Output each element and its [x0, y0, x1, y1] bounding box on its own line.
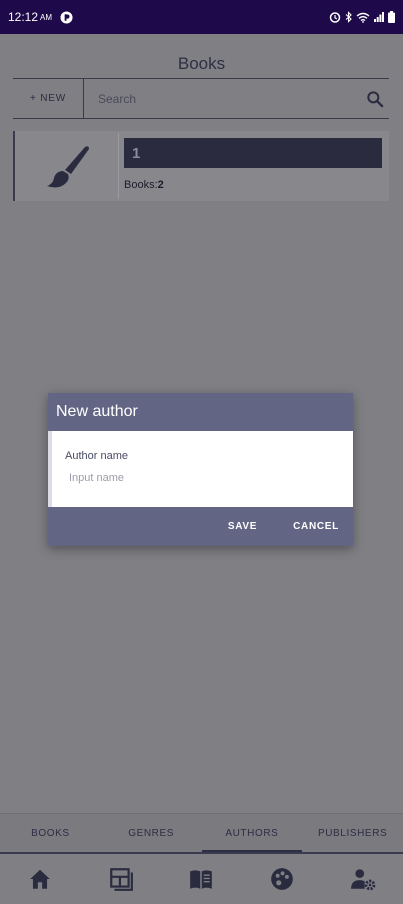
status-time: 12:12 [8, 10, 39, 24]
signal-icon [374, 12, 384, 22]
books-count-label: Books: [124, 179, 158, 191]
save-button[interactable]: SAVE [228, 521, 257, 532]
dashboard-icon[interactable] [108, 866, 134, 892]
search-input[interactable] [84, 78, 365, 119]
brush-icon [47, 146, 89, 188]
wifi-icon [356, 12, 370, 23]
notification-app-icon [60, 10, 73, 24]
new-author-button[interactable]: + NEW [13, 79, 84, 118]
home-icon[interactable] [27, 866, 53, 892]
page: Books + NEW 1 Books:2 New author Author … [0, 34, 403, 904]
bluetooth-icon [345, 11, 352, 23]
status-bar: 12:12 AM [0, 0, 403, 34]
battery-icon [388, 11, 395, 23]
dialog-body: Author name [48, 431, 353, 507]
user-settings-icon[interactable] [350, 866, 376, 892]
palette-icon[interactable] [269, 866, 295, 892]
tab-authors[interactable]: AUTHORS [201, 814, 303, 852]
dialog-actions: SAVE CANCEL [48, 507, 353, 546]
status-icons [329, 11, 395, 23]
author-name-label: Author name [65, 450, 128, 462]
dialog-title: New author [48, 393, 353, 431]
category-tabs: BOOKS GENRES AUTHORS PUBLISHERS [0, 813, 403, 852]
alarm-icon [329, 12, 341, 23]
bottom-navigation [0, 852, 403, 904]
page-title: Books [177, 54, 226, 73]
toolbar: + NEW [13, 78, 389, 119]
author-name-input[interactable] [69, 469, 329, 487]
author-books-count: Books:2 [124, 179, 164, 191]
author-thumbnail [20, 133, 119, 199]
books-count-value: 2 [157, 179, 164, 191]
cancel-button[interactable]: CANCEL [293, 521, 339, 532]
tab-genres[interactable]: GENRES [101, 814, 202, 852]
author-name: 1 [124, 138, 382, 168]
tab-publishers[interactable]: PUBLISHERS [302, 814, 403, 852]
search-icon[interactable] [365, 89, 385, 109]
author-card[interactable]: 1 Books:2 [13, 131, 389, 201]
tab-books[interactable]: BOOKS [0, 814, 101, 852]
book-open-icon[interactable] [188, 866, 214, 892]
new-author-dialog: New author Author name SAVE CANCEL [48, 393, 353, 546]
status-time-suffix: AM [40, 12, 53, 22]
